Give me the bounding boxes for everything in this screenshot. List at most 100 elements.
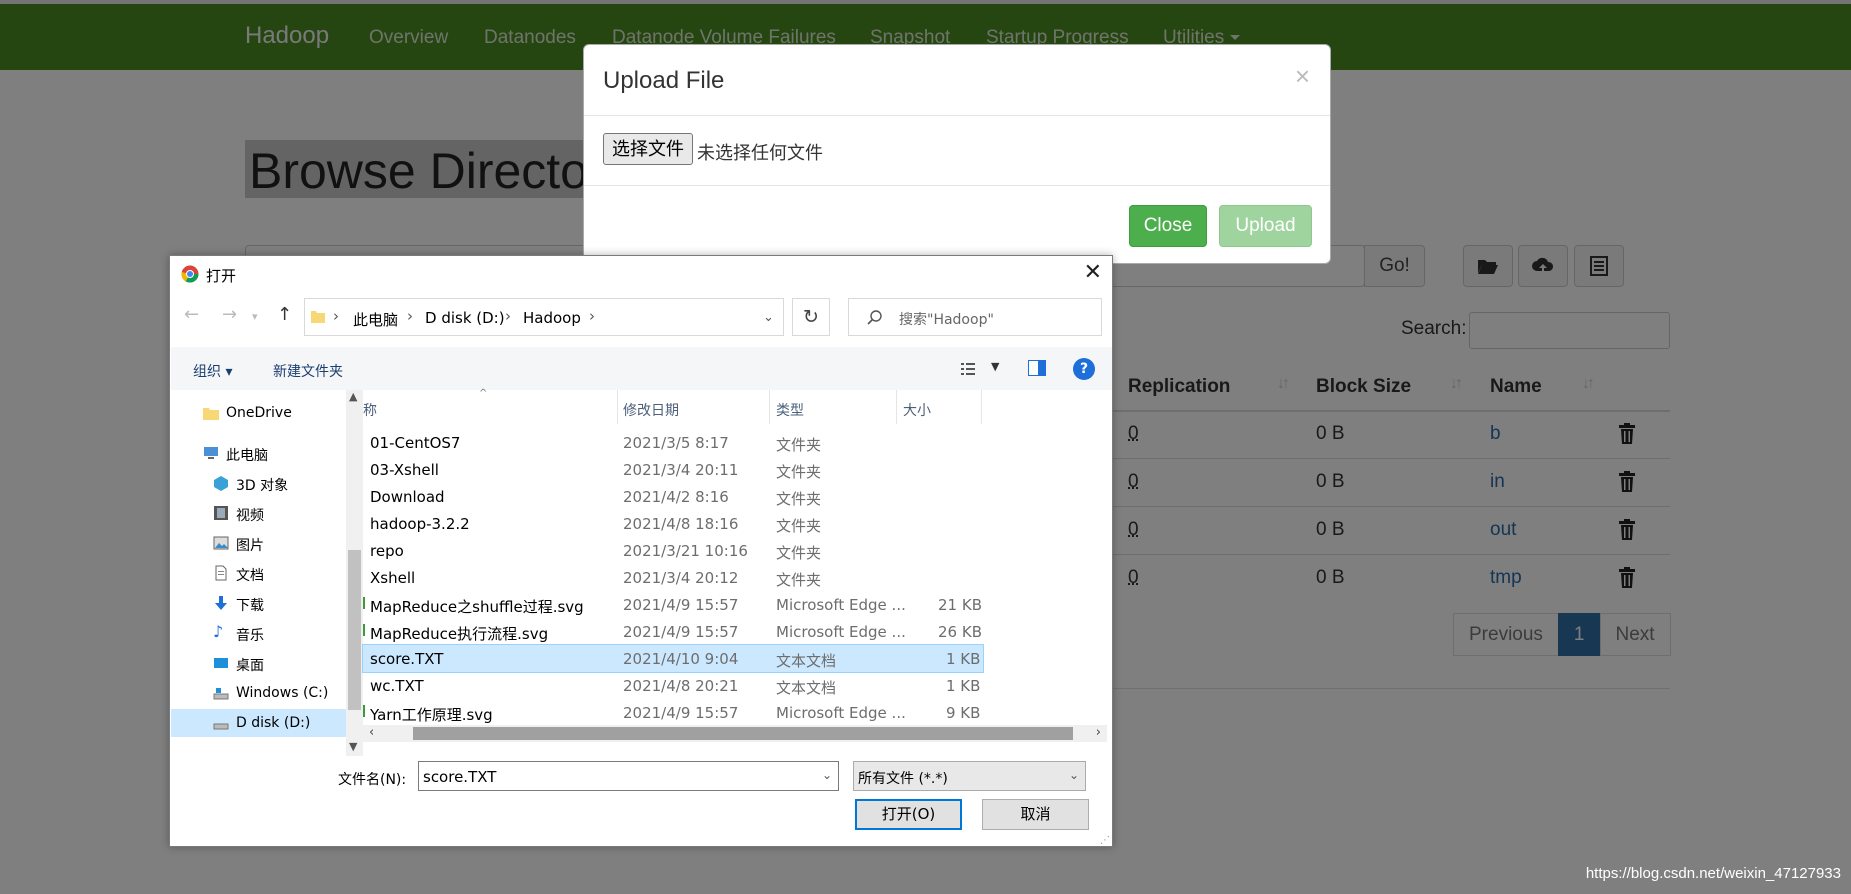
view-options-icon[interactable]: [961, 362, 979, 376]
folder-icon: [203, 408, 219, 420]
recent-chevron-icon[interactable]: ▾: [252, 310, 258, 323]
up-arrow-icon[interactable]: ↑: [277, 304, 292, 325]
file-type: Microsoft Edge ...: [776, 596, 906, 614]
open-button[interactable]: 打开(O): [855, 799, 962, 830]
file-type-marker: [363, 705, 365, 717]
file-type: 文件夹: [776, 463, 822, 481]
nav-item-pictures[interactable]: 图片: [171, 529, 346, 557]
back-arrow-icon[interactable]: ←: [184, 304, 199, 325]
file-row-selected[interactable]: score.TXT 2021/4/10 9:04 文本文档 1 KB: [362, 644, 984, 673]
file-row[interactable]: repo 2021/3/21 10:16 文件夹: [363, 537, 983, 564]
chevron-down-icon[interactable]: ⌄: [763, 310, 774, 325]
nav-item-3d-objects[interactable]: 3D 对象: [171, 469, 346, 497]
column-separator[interactable]: [769, 390, 770, 424]
organize-menu[interactable]: 组织 ▾: [193, 361, 232, 381]
close-icon[interactable]: ×: [1295, 61, 1310, 92]
file-name: hadoop-3.2.2: [370, 515, 470, 533]
forward-arrow-icon[interactable]: →: [222, 304, 237, 325]
watermark: https://blog.csdn.net/weixin_47127933: [1585, 865, 1841, 882]
preview-pane-icon[interactable]: [1028, 360, 1046, 376]
nav-item-windows-c[interactable]: Windows (C:): [171, 679, 346, 707]
drive-icon: [213, 723, 229, 730]
nav-item-music[interactable]: ♪ 音乐: [171, 619, 346, 647]
file-date: 2021/4/9 15:57: [623, 596, 739, 614]
nav-item-this-pc[interactable]: 此电脑: [171, 439, 346, 467]
file-row[interactable]: Download 2021/4/2 8:16 文件夹: [363, 483, 983, 510]
upload-submit-button[interactable]: Upload: [1219, 205, 1312, 247]
breadcrumb-item[interactable]: 此电脑: [353, 309, 398, 330]
file-row[interactable]: MapReduce执行流程.svg 2021/4/9 15:57 Microsoft…: [363, 618, 983, 645]
file-type: 文件夹: [776, 436, 822, 454]
column-separator[interactable]: [896, 390, 897, 424]
scroll-thumb[interactable]: [348, 550, 361, 710]
view-dropdown-icon[interactable]: ▼: [991, 360, 999, 373]
nav-item-d-disk[interactable]: D disk (D:): [171, 709, 346, 737]
close-icon[interactable]: ✕: [1084, 260, 1102, 285]
file-row[interactable]: 03-Xshell 2021/3/4 20:11 文件夹: [363, 456, 983, 483]
filetype-select[interactable]: 所有文件 (*.*) ⌄: [853, 761, 1086, 791]
choose-file-button[interactable]: 选择文件: [603, 133, 693, 165]
file-row[interactable]: 01-CentOS7 2021/3/5 8:17 文件夹: [363, 429, 983, 456]
address-bar[interactable]: › 此电脑 › D disk (D:) › Hadoop › ⌄: [304, 298, 784, 336]
scroll-down-icon[interactable]: ▼: [349, 740, 357, 753]
breadcrumb-chevron-icon[interactable]: ›: [333, 307, 339, 325]
file-row[interactable]: Xshell 2021/3/4 20:12 文件夹: [363, 564, 983, 591]
file-type: 文件夹: [776, 517, 822, 535]
col-header-size[interactable]: 大小: [903, 400, 931, 420]
scroll-left-icon[interactable]: ‹: [369, 725, 374, 740]
breadcrumb-item[interactable]: D disk (D:): [425, 309, 505, 327]
breadcrumb-chevron-icon[interactable]: ›: [407, 307, 413, 325]
file-date: 2021/4/9 15:57: [623, 704, 739, 722]
cube-icon: [214, 476, 228, 491]
nav-item-label: 图片: [236, 538, 264, 554]
film-icon: [214, 506, 228, 520]
modal-title: Upload File: [603, 67, 725, 94]
col-header-date[interactable]: 修改日期: [623, 400, 679, 420]
nav-item-onedrive[interactable]: OneDrive: [171, 399, 346, 427]
nav-item-desktop[interactable]: 桌面: [171, 649, 346, 677]
col-header-name[interactable]: 称: [363, 400, 377, 420]
filename-input[interactable]: score.TXT ⌄: [418, 761, 839, 791]
breadcrumb-chevron-icon[interactable]: ›: [589, 307, 595, 325]
file-type-marker: [363, 624, 365, 636]
folder-search-input[interactable]: 搜索"Hadoop": [848, 298, 1102, 336]
file-name: wc.TXT: [370, 677, 424, 695]
nav-item-videos[interactable]: 视频: [171, 499, 346, 527]
nav-item-label: 3D 对象: [236, 478, 289, 494]
modal-header-rule: [584, 115, 1330, 116]
file-date: 2021/4/8 18:16: [623, 515, 739, 533]
breadcrumb-chevron-icon[interactable]: ›: [505, 307, 511, 325]
column-separator[interactable]: [981, 390, 982, 424]
new-folder-button[interactable]: 新建文件夹: [273, 361, 343, 381]
file-row[interactable]: MapReduce之shuffle过程.svg 2021/4/9 15:57 Mic…: [363, 591, 983, 618]
download-icon: [215, 596, 227, 610]
chevron-down-icon[interactable]: ⌄: [822, 768, 832, 782]
file-row[interactable]: Yarn工作原理.svg 2021/4/9 15:57 Microsoft Edge…: [363, 699, 983, 726]
scroll-up-icon[interactable]: ▲: [349, 390, 357, 403]
refresh-button[interactable]: ↻: [792, 298, 830, 336]
col-header-type[interactable]: 类型: [776, 400, 804, 420]
file-type: 文本文档: [776, 652, 837, 670]
resize-grip-icon[interactable]: ⋰: [1100, 835, 1110, 846]
picture-icon: [213, 536, 229, 550]
help-icon[interactable]: ?: [1073, 358, 1095, 380]
nav-item-label: 视频: [236, 508, 264, 524]
breadcrumb-item[interactable]: Hadoop: [523, 309, 581, 327]
column-separator[interactable]: [617, 390, 618, 424]
scroll-thumb[interactable]: [413, 727, 1073, 740]
nav-item-downloads[interactable]: 下载: [171, 589, 346, 617]
horizontal-scrollbar[interactable]: ‹ ›: [363, 725, 1107, 742]
nav-item-label: 此电脑: [226, 448, 268, 464]
file-name: MapReduce之shuffle过程.svg: [370, 598, 584, 616]
file-row[interactable]: wc.TXT 2021/4/8 20:21 文本文档 1 KB: [363, 672, 983, 699]
close-button[interactable]: Close: [1129, 205, 1207, 247]
file-row[interactable]: hadoop-3.2.2 2021/4/8 18:16 文件夹: [363, 510, 983, 537]
upload-file-modal: Upload File × 选择文件 未选择任何文件 Close Upload: [583, 44, 1331, 264]
cancel-button[interactable]: 取消: [982, 799, 1089, 830]
nav-item-documents[interactable]: 文档: [171, 559, 346, 587]
filename-label: 文件名(N):: [338, 772, 407, 788]
chrome-icon: [181, 265, 199, 283]
nav-scrollbar[interactable]: ▲ ▼: [346, 390, 363, 756]
scroll-right-icon[interactable]: ›: [1096, 725, 1101, 740]
filename-value: score.TXT: [423, 768, 497, 786]
